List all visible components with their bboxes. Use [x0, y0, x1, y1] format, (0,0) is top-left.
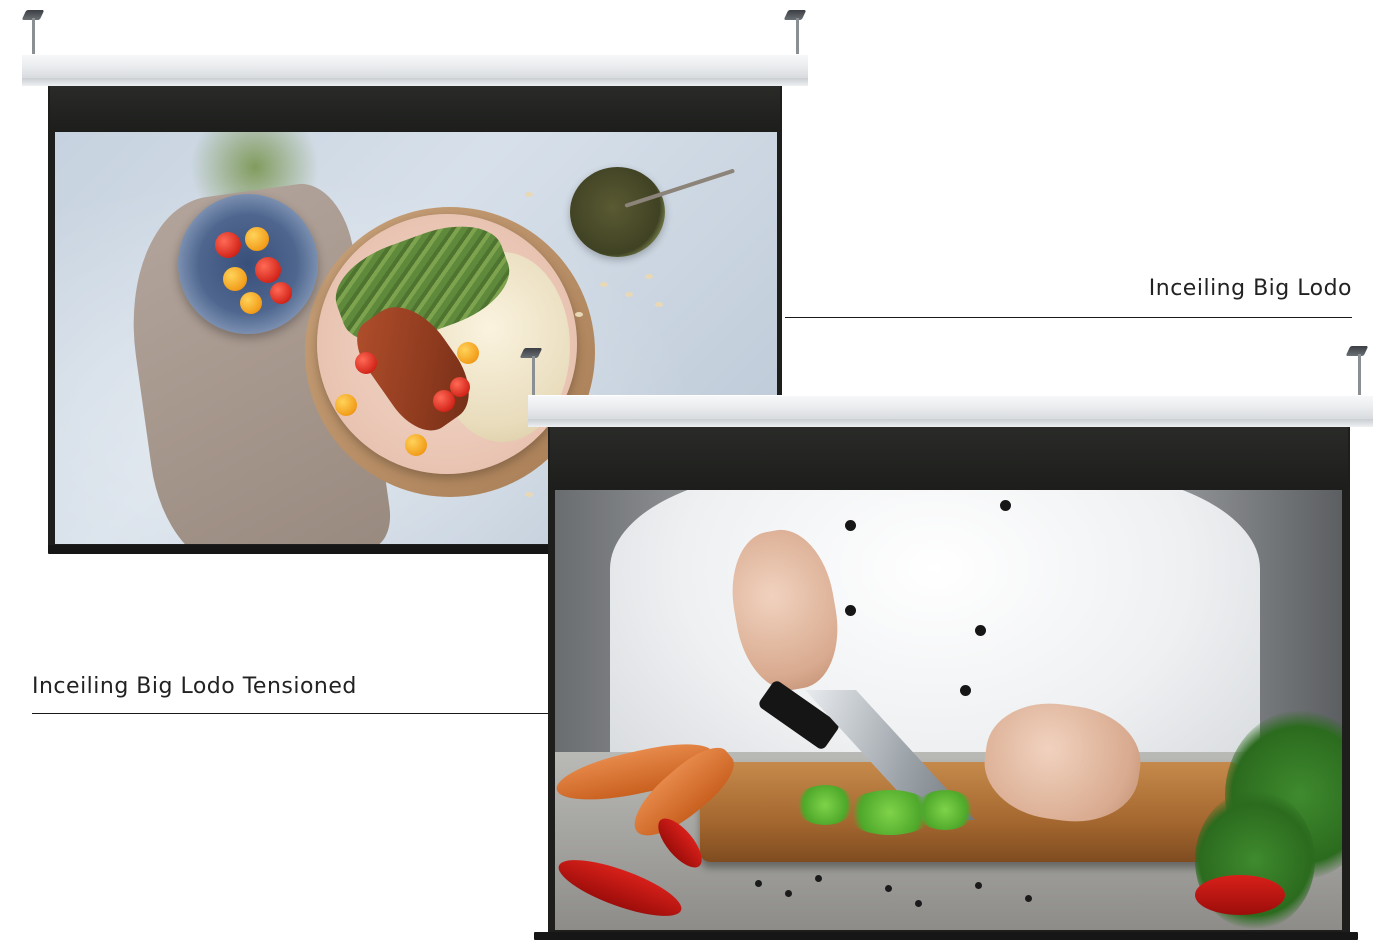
peppercorn — [815, 875, 822, 882]
tomato — [457, 342, 479, 364]
label-inceiling-big-lodo-tensioned: Inceiling Big Lodo Tensioned — [32, 674, 357, 699]
black-drop — [50, 86, 780, 132]
tomato — [245, 227, 269, 251]
tomato — [255, 257, 281, 283]
coat-button — [845, 520, 856, 531]
pine-nut — [645, 274, 653, 279]
bottom-bar — [534, 932, 1358, 940]
ceiling-housing — [528, 395, 1373, 419]
tomato — [405, 434, 427, 456]
tomato — [1195, 875, 1285, 915]
hanger-wire — [32, 18, 35, 56]
coat-button — [845, 605, 856, 616]
inceiling-big-lodo-tensioned-screen — [519, 340, 1385, 940]
tomato — [270, 282, 292, 304]
tomato — [355, 352, 377, 374]
coat-button — [1000, 500, 1011, 511]
peppercorn — [785, 890, 792, 897]
ceiling-housing — [22, 54, 808, 78]
pine-nut — [575, 312, 583, 317]
tomato — [215, 232, 241, 258]
housing-lip — [22, 78, 808, 86]
peppercorn — [1025, 895, 1032, 902]
label-inceiling-big-lodo: Inceiling Big Lodo — [1148, 276, 1352, 301]
pine-nut — [525, 192, 533, 197]
housing-lip — [528, 419, 1373, 427]
pine-nut — [600, 282, 608, 287]
tomato — [335, 394, 357, 416]
pesto-bowl — [570, 167, 665, 257]
label-line-top — [785, 317, 1352, 318]
hanger-wire — [796, 18, 799, 56]
ceiling-hanger-icon — [1345, 346, 1369, 356]
tomato — [240, 292, 262, 314]
pine-nut — [655, 302, 663, 307]
peppercorn — [975, 882, 982, 889]
hanger-wire — [532, 356, 535, 396]
hanger-wire — [1358, 354, 1361, 396]
ceiling-hanger-icon — [519, 348, 543, 358]
tomato — [223, 267, 247, 291]
peppercorn — [915, 900, 922, 907]
peppercorn — [755, 880, 762, 887]
coat-button — [960, 685, 971, 696]
ceiling-hanger-icon — [783, 10, 807, 20]
pine-nut — [625, 292, 633, 297]
black-drop — [550, 427, 1348, 489]
tomato — [450, 377, 470, 397]
chopped-scallions — [915, 790, 975, 830]
coat-button — [975, 625, 986, 636]
chef-image — [555, 490, 1342, 930]
peppercorn — [885, 885, 892, 892]
label-line-bottom — [32, 713, 548, 714]
